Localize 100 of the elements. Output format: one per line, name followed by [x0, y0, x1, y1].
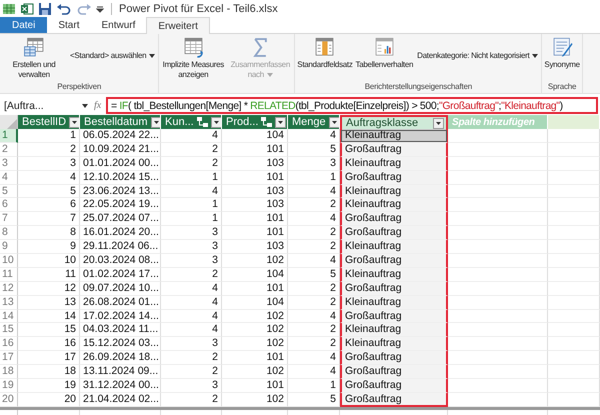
table-cell: Großauftrag [340, 379, 448, 393]
table-cell: 101 [222, 282, 288, 296]
row-number[interactable]: 3 [0, 156, 18, 171]
column-header[interactable]: Menge [288, 115, 340, 129]
row-number[interactable]: 7 [0, 212, 18, 226]
ribbon-tab[interactable]: Erweitert [146, 17, 210, 34]
row-number[interactable]: 1 [0, 129, 18, 143]
table-cell: Kleinauftrag [340, 129, 448, 143]
table-cell: 20.03.2024 08... [80, 254, 161, 268]
table-cell: 26.09.2024 18... [80, 351, 161, 366]
ribbon-button[interactable]: Standardfeldsatz [296, 36, 354, 70]
ribbon-button[interactable]: Tabellenverhalten [354, 36, 414, 70]
column-header[interactable]: Prod... [222, 115, 288, 129]
row-number[interactable]: 17 [0, 351, 18, 366]
ribbon-button[interactable]: Erstellen und verwalten [1, 36, 67, 80]
ribbon-tab[interactable]: Datei [0, 17, 48, 33]
table-cell: 101 [222, 142, 288, 157]
column-header[interactable]: BestellID [18, 115, 80, 129]
table-cell: 10.09.2024 21... [80, 142, 161, 157]
table-cell: 22.05.2024 19... [80, 198, 161, 212]
function-label[interactable]: fx [94, 100, 104, 111]
table-cell: 4 [161, 323, 222, 338]
empty-cell [548, 142, 600, 157]
row-number[interactable]: 10 [0, 254, 18, 268]
column-header[interactable]: Auftragsklasse [340, 115, 448, 129]
table-cell: Kleinauftrag [340, 268, 448, 282]
table-cell: 13.11.2024 09... [80, 365, 161, 380]
table-cell: 23.06.2024 13... [80, 184, 161, 198]
table-cell: 14 [18, 310, 80, 324]
empty-cell [548, 170, 600, 185]
ribbon-button[interactable]: Synonyme [543, 36, 581, 70]
row-number[interactable]: 5 [0, 184, 18, 198]
table-cell: Kleinauftrag [340, 184, 448, 198]
filter-dropdown-icon[interactable] [150, 116, 160, 128]
row-number[interactable]: 12 [0, 282, 18, 296]
table-cell: 15.12.2024 03... [80, 337, 161, 352]
row-number[interactable]: 9 [0, 240, 18, 254]
row-number[interactable]: 2 [0, 142, 18, 157]
table-cell: 26.08.2024 01... [80, 296, 161, 310]
row-number[interactable]: 18 [0, 365, 18, 380]
dropdown-button[interactable]: Datenkategorie: Nicht kategorisiert [415, 51, 540, 60]
row-number[interactable]: 19 [0, 379, 18, 393]
table-cell: 17 [18, 351, 80, 366]
table-cell: 1 [161, 170, 222, 185]
row-number[interactable]: 14 [0, 310, 18, 324]
table-cell: 102 [222, 323, 288, 338]
filter-dropdown-icon[interactable] [69, 116, 79, 128]
empty-cell [548, 310, 600, 324]
table-cell: 2 [161, 142, 222, 157]
ribbon-tab[interactable]: Entwurf [90, 17, 146, 33]
ribbon-tab[interactable]: Start [47, 17, 90, 33]
empty-cell [548, 379, 600, 393]
row-number[interactable]: 11 [0, 268, 18, 282]
table-cell: 2 [161, 156, 222, 171]
table-cell: 2 [161, 392, 222, 407]
table-cell: 25.07.2024 07... [80, 212, 161, 226]
row-number[interactable]: 8 [0, 226, 18, 240]
table-cell: 101 [222, 212, 288, 226]
empty-cell [548, 365, 600, 380]
group-label: Berichterstellungseigenschaften [364, 82, 473, 92]
save-icon[interactable] [38, 2, 52, 16]
excel-icon[interactable] [20, 2, 34, 16]
table-cell: 102 [222, 337, 288, 352]
empty-cell [548, 268, 600, 282]
table-cell: 01.01.2024 00... [80, 156, 161, 171]
table-cell: 102 [222, 254, 288, 268]
table-cell: 3 [161, 379, 222, 393]
table-cell: 6 [18, 198, 80, 212]
filter-dropdown-icon[interactable] [210, 116, 221, 128]
table-cell: 5 [18, 184, 80, 198]
formula-text: = IF( tbl_Bestellungen[Menge] * RELATED(tbl_Produkte[Einzelpreis]) > 500;"Großauftrag";"Kleinauftrag") [111, 100, 563, 112]
table-cell: 12 [18, 282, 80, 296]
dropdown-button[interactable]: <Standard> auswählen [68, 51, 158, 60]
row-number[interactable]: 20 [0, 392, 18, 407]
table-cell: Großauftrag [340, 310, 448, 324]
table-cell: Kleinauftrag [340, 198, 448, 212]
table-cell: 19 [18, 379, 80, 393]
ribbon-button[interactable]: Implizite Measures anzeigen [160, 36, 226, 80]
window-title: Power Pivot für Excel - Teil6.xlsx [119, 2, 278, 14]
filter-dropdown-icon[interactable] [328, 116, 339, 128]
formula-field[interactable]: = IF( tbl_Bestellungen[Menge] * RELATED(tbl_Produkte[Einzelpreis]) > 500;"Großauftrag";"Kleinauftrag") [106, 97, 598, 114]
filter-dropdown-icon[interactable] [275, 116, 286, 128]
filter-dropdown-icon[interactable] [433, 118, 444, 128]
table-cell: 01.02.2024 17... [80, 268, 161, 282]
column-header[interactable]: Bestelldatum [80, 115, 161, 129]
name-box[interactable]: [Auftra... [0, 98, 92, 113]
row-number[interactable]: 6 [0, 198, 18, 212]
customize-menu-icon[interactable] [96, 4, 104, 14]
row-number[interactable]: 13 [0, 296, 18, 310]
row-number[interactable]: 16 [0, 337, 18, 352]
empty-cell [548, 323, 600, 338]
row-number[interactable]: 4 [0, 170, 18, 185]
table-cell: 101 [222, 379, 288, 393]
undo-icon[interactable] [56, 2, 72, 16]
column-header[interactable]: Kun... [161, 115, 222, 129]
row-number[interactable]: 15 [0, 323, 18, 338]
app-icon[interactable] [2, 2, 16, 16]
table-cell: 3 [161, 240, 222, 254]
table-cell: 3 [161, 337, 222, 352]
table-cell: 20 [18, 392, 80, 407]
